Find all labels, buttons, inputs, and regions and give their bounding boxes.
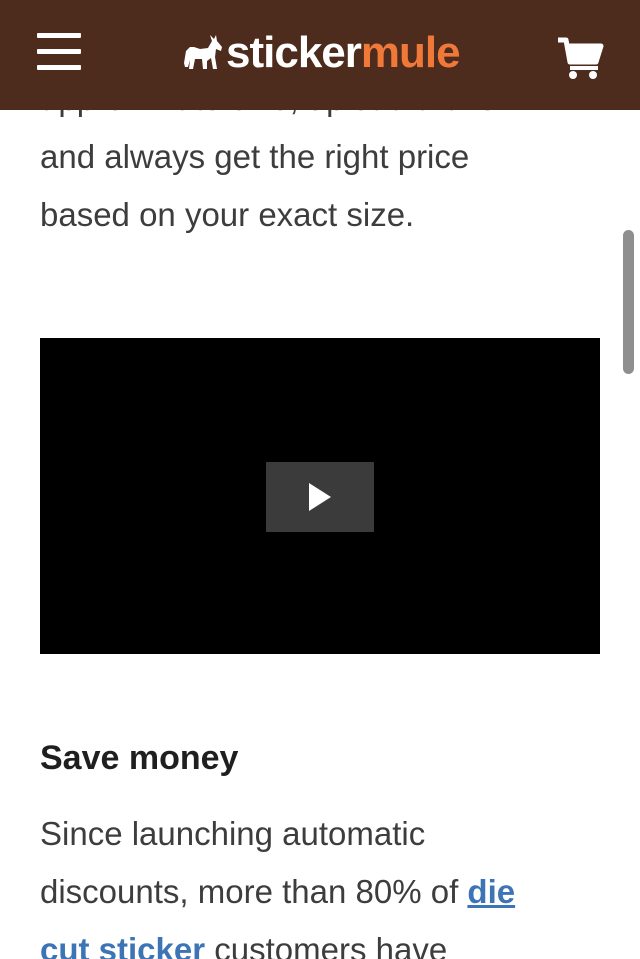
die-cut-sticker-link[interactable]: die (467, 873, 515, 910)
save-money-line: Since launching automatic (40, 815, 426, 852)
save-money-text: customers have (205, 931, 448, 959)
intro-line: based on your exact size. (40, 196, 415, 233)
cart-button[interactable] (556, 36, 604, 80)
shopping-cart-icon (558, 37, 604, 79)
sticker-mule-logo[interactable]: stickermule (180, 28, 461, 78)
intro-line: and always get the right price (40, 138, 470, 175)
play-icon (309, 483, 331, 511)
die-cut-sticker-link-continued[interactable]: cut sticker (40, 931, 205, 959)
logo-text-sticker: sticker (226, 28, 362, 77)
video-player[interactable] (40, 338, 600, 654)
scrollbar-thumb[interactable] (623, 230, 634, 374)
logo-text-mule: mule (360, 28, 461, 77)
save-money-line: cut sticker customers have (40, 921, 620, 959)
page: approximate size, upload artwork and alw… (0, 0, 640, 959)
site-header: stickermule (0, 0, 640, 110)
save-money-paragraph: Since launching automatic discounts, mor… (40, 805, 620, 959)
section-title-save-money: Save money (40, 739, 239, 777)
save-money-line: discounts, more than 80% of die (40, 863, 620, 921)
mule-logo-icon (184, 35, 222, 69)
menu-button[interactable] (37, 33, 81, 73)
save-money-text: discounts, more than 80% of (40, 873, 468, 910)
play-button[interactable] (266, 462, 374, 532)
